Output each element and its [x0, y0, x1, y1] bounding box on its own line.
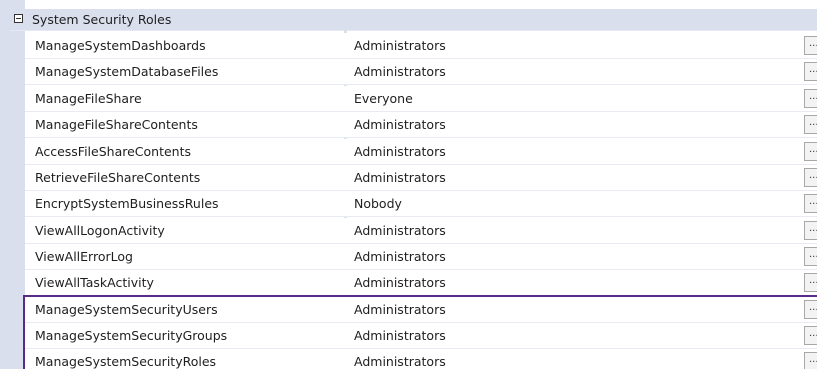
property-value[interactable]: Administrators — [354, 223, 446, 238]
property-row[interactable]: ManageFileShare Everyone ... — [25, 86, 817, 112]
ellipsis-button[interactable]: ... — [804, 89, 817, 108]
ellipsis-button[interactable]: ... — [804, 194, 817, 213]
property-row[interactable]: ManageSystemSecurityGroups Administrator… — [25, 323, 817, 349]
property-grid-margin — [0, 0, 25, 369]
property-name: ManageSystemSecurityUsers — [35, 302, 218, 317]
collapse-icon[interactable] — [14, 14, 23, 23]
property-name: ManageSystemDatabaseFiles — [35, 64, 219, 79]
property-value[interactable]: Administrators — [354, 354, 446, 369]
property-value[interactable]: Everyone — [354, 91, 413, 106]
ellipsis-button[interactable]: ... — [804, 142, 817, 161]
property-value[interactable]: Administrators — [354, 117, 446, 132]
property-name: ManageSystemSecurityRoles — [35, 354, 217, 369]
property-value[interactable]: Administrators — [354, 302, 446, 317]
ellipsis-button[interactable]: ... — [804, 168, 817, 187]
property-row[interactable]: AccessFileShareContents Administrators .… — [25, 139, 817, 165]
property-name: ManageFileShare — [35, 91, 142, 106]
ellipsis-button[interactable]: ... — [804, 273, 817, 292]
ellipsis-button[interactable]: ... — [804, 36, 817, 55]
property-name: ManageFileShareContents — [35, 117, 198, 132]
ellipsis-button[interactable]: ... — [804, 62, 817, 81]
property-value[interactable]: Administrators — [354, 328, 446, 343]
property-row[interactable]: ManageSystemSecurityRoles Administrators… — [25, 349, 817, 369]
property-row[interactable]: RetrieveFileShareContents Administrators… — [25, 165, 817, 191]
property-value[interactable]: Administrators — [354, 275, 446, 290]
property-name: ViewAllTaskActivity — [35, 275, 154, 290]
category-label: System Security Roles — [32, 12, 172, 27]
ellipsis-button[interactable]: ... — [804, 300, 817, 319]
property-row[interactable]: ManageSystemDashboards Administrators ..… — [25, 33, 817, 59]
property-value[interactable]: Nobody — [354, 196, 402, 211]
ellipsis-button[interactable]: ... — [804, 115, 817, 134]
property-name: ManageSystemSecurityGroups — [35, 328, 228, 343]
property-value[interactable]: Administrators — [354, 144, 446, 159]
ellipsis-button[interactable]: ... — [804, 247, 817, 266]
property-name: EncryptSystemBusinessRules — [35, 196, 219, 211]
property-name: RetrieveFileShareContents — [35, 170, 201, 185]
property-row[interactable]: EncryptSystemBusinessRules Nobody ... — [25, 191, 817, 217]
ellipsis-button[interactable]: ... — [804, 352, 817, 369]
property-row[interactable]: ManageFileShareContents Administrators .… — [25, 112, 817, 138]
ellipsis-button[interactable]: ... — [804, 326, 817, 345]
property-value[interactable]: Administrators — [354, 64, 446, 79]
property-value[interactable]: Administrators — [354, 249, 446, 264]
property-value[interactable]: Administrators — [354, 170, 446, 185]
property-name: ManageSystemDashboards — [35, 38, 206, 53]
property-row[interactable]: ManageSystemDatabaseFiles Administrators… — [25, 59, 817, 85]
property-row[interactable]: ViewAllTaskActivity Administrators ... — [25, 270, 817, 296]
property-name: AccessFileShareContents — [35, 144, 192, 159]
property-grid: System Security Roles ManageSystemDashbo… — [0, 0, 817, 369]
property-name: ViewAllErrorLog — [35, 249, 133, 264]
property-row[interactable]: ManageSystemSecurityUsers Administrators… — [25, 297, 817, 323]
property-name: ViewAllLogonActivity — [35, 223, 165, 238]
property-row[interactable]: ViewAllLogonActivity Administrators ... — [25, 218, 817, 244]
ellipsis-button[interactable]: ... — [804, 221, 817, 240]
category-header-system-security-roles[interactable]: System Security Roles — [10, 9, 817, 31]
property-value[interactable]: Administrators — [354, 38, 446, 53]
property-row[interactable]: ViewAllErrorLog Administrators ... — [25, 244, 817, 270]
